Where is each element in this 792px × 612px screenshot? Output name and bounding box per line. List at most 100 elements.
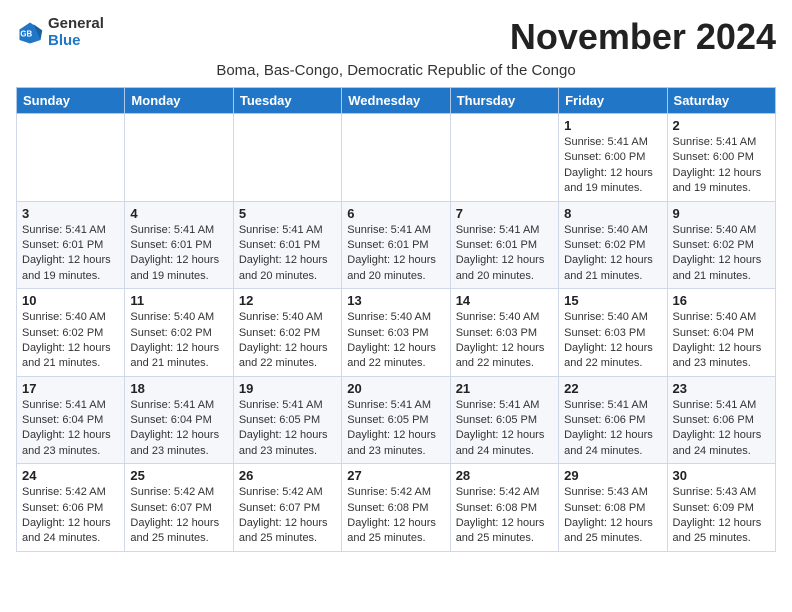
- day-number: 13: [347, 293, 444, 308]
- day-number: 28: [456, 468, 553, 483]
- day-number: 16: [673, 293, 770, 308]
- day-number: 10: [22, 293, 119, 308]
- day-number: 18: [130, 381, 227, 396]
- day-number: 26: [239, 468, 336, 483]
- day-number: 24: [22, 468, 119, 483]
- calendar-day-29: 29 Sunrise: 5:43 AM Sunset: 6:08 PM Dayli…: [559, 464, 667, 552]
- day-info: Sunrise: 5:41 AM Sunset: 6:05 PM Dayligh…: [239, 398, 336, 460]
- day-info: Sunrise: 5:41 AM Sunset: 6:01 PM Dayligh…: [456, 223, 553, 285]
- day-number: 6: [347, 206, 444, 221]
- calendar-day-27: 27 Sunrise: 5:42 AM Sunset: 6:08 PM Dayli…: [342, 464, 450, 552]
- calendar-day-4: 4Sunrise: 5:41 AM Sunset: 6:01 PM Daylig…: [125, 201, 233, 289]
- calendar-day-7: 7Sunrise: 5:41 AM Sunset: 6:01 PM Daylig…: [450, 201, 558, 289]
- day-info: Sunrise: 5:41 AM Sunset: 6:01 PM Dayligh…: [347, 223, 444, 285]
- day-info: Sunrise: 5:40 AM Sunset: 6:03 PM Dayligh…: [456, 310, 553, 372]
- day-info: Sunrise: 5:43 AM Sunset: 6:08 PM Dayligh…: [564, 485, 661, 547]
- day-info: Sunrise: 5:42 AM Sunset: 6:07 PM Dayligh…: [239, 485, 336, 547]
- calendar-week-row: 3 Sunrise: 5:41 AM Sunset: 6:01 PM Daylig…: [17, 201, 776, 289]
- calendar-day-9: 9Sunrise: 5:40 AM Sunset: 6:02 PM Daylig…: [667, 201, 775, 289]
- day-info: Sunrise: 5:40 AM Sunset: 6:02 PM Dayligh…: [564, 223, 661, 285]
- day-info: Sunrise: 5:42 AM Sunset: 6:08 PM Dayligh…: [456, 485, 553, 547]
- day-info: Sunrise: 5:41 AM Sunset: 6:05 PM Dayligh…: [456, 398, 553, 460]
- day-info: Sunrise: 5:41 AM Sunset: 6:00 PM Dayligh…: [673, 135, 770, 197]
- day-info: Sunrise: 5:40 AM Sunset: 6:04 PM Dayligh…: [673, 310, 770, 372]
- day-of-week-wednesday: Wednesday: [342, 88, 450, 114]
- calendar-header-row: SundayMondayTuesdayWednesdayThursdayFrid…: [17, 88, 776, 114]
- calendar-day-11: 11 Sunrise: 5:40 AM Sunset: 6:02 PM Dayli…: [125, 289, 233, 377]
- day-number: 5: [239, 206, 336, 221]
- calendar-week-row: 24 Sunrise: 5:42 AM Sunset: 6:06 PM Dayli…: [17, 464, 776, 552]
- day-info: Sunrise: 5:41 AM Sunset: 6:06 PM Dayligh…: [673, 398, 770, 460]
- day-number: 3: [22, 206, 119, 221]
- day-number: 19: [239, 381, 336, 396]
- month-title: November 2024: [510, 16, 776, 58]
- logo: GB General Blue: [16, 16, 104, 49]
- day-info: Sunrise: 5:41 AM Sunset: 6:00 PM Dayligh…: [564, 135, 661, 197]
- day-info: Sunrise: 5:41 AM Sunset: 6:06 PM Dayligh…: [564, 398, 661, 460]
- day-number: 17: [22, 381, 119, 396]
- day-info: Sunrise: 5:40 AM Sunset: 6:02 PM Dayligh…: [130, 310, 227, 372]
- day-info: Sunrise: 5:41 AM Sunset: 6:04 PM Dayligh…: [22, 398, 119, 460]
- calendar-day-24: 24 Sunrise: 5:42 AM Sunset: 6:06 PM Dayli…: [17, 464, 125, 552]
- day-number: 29: [564, 468, 661, 483]
- svg-text:GB: GB: [20, 29, 32, 38]
- day-number: 1: [564, 118, 661, 133]
- day-number: 21: [456, 381, 553, 396]
- day-of-week-tuesday: Tuesday: [233, 88, 341, 114]
- calendar-day-6: 6 Sunrise: 5:41 AM Sunset: 6:01 PM Daylig…: [342, 201, 450, 289]
- day-number: 8: [564, 206, 661, 221]
- day-info: Sunrise: 5:40 AM Sunset: 6:02 PM Dayligh…: [673, 223, 770, 285]
- calendar-day-20: 20 Sunrise: 5:41 AM Sunset: 6:05 PM Dayli…: [342, 376, 450, 464]
- calendar-day-19: 19 Sunrise: 5:41 AM Sunset: 6:05 PM Dayli…: [233, 376, 341, 464]
- subtitle: Boma, Bas-Congo, Democratic Republic of …: [16, 62, 776, 79]
- calendar-day-23: 23 Sunrise: 5:41 AM Sunset: 6:06 PM Dayli…: [667, 376, 775, 464]
- calendar-day-17: 17 Sunrise: 5:41 AM Sunset: 6:04 PM Dayli…: [17, 376, 125, 464]
- calendar-week-row: 10 Sunrise: 5:40 AM Sunset: 6:02 PM Dayli…: [17, 289, 776, 377]
- calendar-week-row: 17 Sunrise: 5:41 AM Sunset: 6:04 PM Dayli…: [17, 376, 776, 464]
- day-info: Sunrise: 5:40 AM Sunset: 6:02 PM Dayligh…: [22, 310, 119, 372]
- calendar-empty-cell: [233, 114, 341, 202]
- day-info: Sunrise: 5:42 AM Sunset: 6:07 PM Dayligh…: [130, 485, 227, 547]
- day-number: 27: [347, 468, 444, 483]
- calendar-empty-cell: [125, 114, 233, 202]
- calendar-day-30: 30Sunrise: 5:43 AM Sunset: 6:09 PM Dayli…: [667, 464, 775, 552]
- header: GB General Blue November 2024: [16, 16, 776, 58]
- calendar-day-14: 14 Sunrise: 5:40 AM Sunset: 6:03 PM Dayli…: [450, 289, 558, 377]
- calendar-day-25: 25 Sunrise: 5:42 AM Sunset: 6:07 PM Dayli…: [125, 464, 233, 552]
- calendar-day-2: 2 Sunrise: 5:41 AM Sunset: 6:00 PM Daylig…: [667, 114, 775, 202]
- day-info: Sunrise: 5:40 AM Sunset: 6:02 PM Dayligh…: [239, 310, 336, 372]
- calendar-day-15: 15 Sunrise: 5:40 AM Sunset: 6:03 PM Dayli…: [559, 289, 667, 377]
- calendar-day-12: 12Sunrise: 5:40 AM Sunset: 6:02 PM Dayli…: [233, 289, 341, 377]
- day-number: 25: [130, 468, 227, 483]
- day-info: Sunrise: 5:41 AM Sunset: 6:05 PM Dayligh…: [347, 398, 444, 460]
- day-number: 20: [347, 381, 444, 396]
- day-number: 15: [564, 293, 661, 308]
- day-info: Sunrise: 5:41 AM Sunset: 6:01 PM Dayligh…: [22, 223, 119, 285]
- logo-text: General Blue: [48, 16, 104, 49]
- day-of-week-sunday: Sunday: [17, 88, 125, 114]
- day-number: 14: [456, 293, 553, 308]
- day-info: Sunrise: 5:43 AM Sunset: 6:09 PM Dayligh…: [673, 485, 770, 547]
- calendar: SundayMondayTuesdayWednesdayThursdayFrid…: [16, 87, 776, 552]
- calendar-day-1: 1 Sunrise: 5:41 AM Sunset: 6:00 PM Daylig…: [559, 114, 667, 202]
- day-number: 23: [673, 381, 770, 396]
- day-info: Sunrise: 5:41 AM Sunset: 6:04 PM Dayligh…: [130, 398, 227, 460]
- day-info: Sunrise: 5:40 AM Sunset: 6:03 PM Dayligh…: [347, 310, 444, 372]
- logo-icon: GB: [16, 19, 44, 47]
- calendar-day-8: 8 Sunrise: 5:40 AM Sunset: 6:02 PM Daylig…: [559, 201, 667, 289]
- calendar-day-3: 3 Sunrise: 5:41 AM Sunset: 6:01 PM Daylig…: [17, 201, 125, 289]
- calendar-week-row: 1 Sunrise: 5:41 AM Sunset: 6:00 PM Daylig…: [17, 114, 776, 202]
- calendar-day-13: 13 Sunrise: 5:40 AM Sunset: 6:03 PM Dayli…: [342, 289, 450, 377]
- day-number: 2: [673, 118, 770, 133]
- day-of-week-monday: Monday: [125, 88, 233, 114]
- calendar-empty-cell: [450, 114, 558, 202]
- day-info: Sunrise: 5:42 AM Sunset: 6:08 PM Dayligh…: [347, 485, 444, 547]
- day-number: 22: [564, 381, 661, 396]
- day-info: Sunrise: 5:42 AM Sunset: 6:06 PM Dayligh…: [22, 485, 119, 547]
- day-info: Sunrise: 5:40 AM Sunset: 6:03 PM Dayligh…: [564, 310, 661, 372]
- day-number: 11: [130, 293, 227, 308]
- calendar-day-21: 21 Sunrise: 5:41 AM Sunset: 6:05 PM Dayli…: [450, 376, 558, 464]
- calendar-day-10: 10 Sunrise: 5:40 AM Sunset: 6:02 PM Dayli…: [17, 289, 125, 377]
- calendar-day-28: 28 Sunrise: 5:42 AM Sunset: 6:08 PM Dayli…: [450, 464, 558, 552]
- day-of-week-saturday: Saturday: [667, 88, 775, 114]
